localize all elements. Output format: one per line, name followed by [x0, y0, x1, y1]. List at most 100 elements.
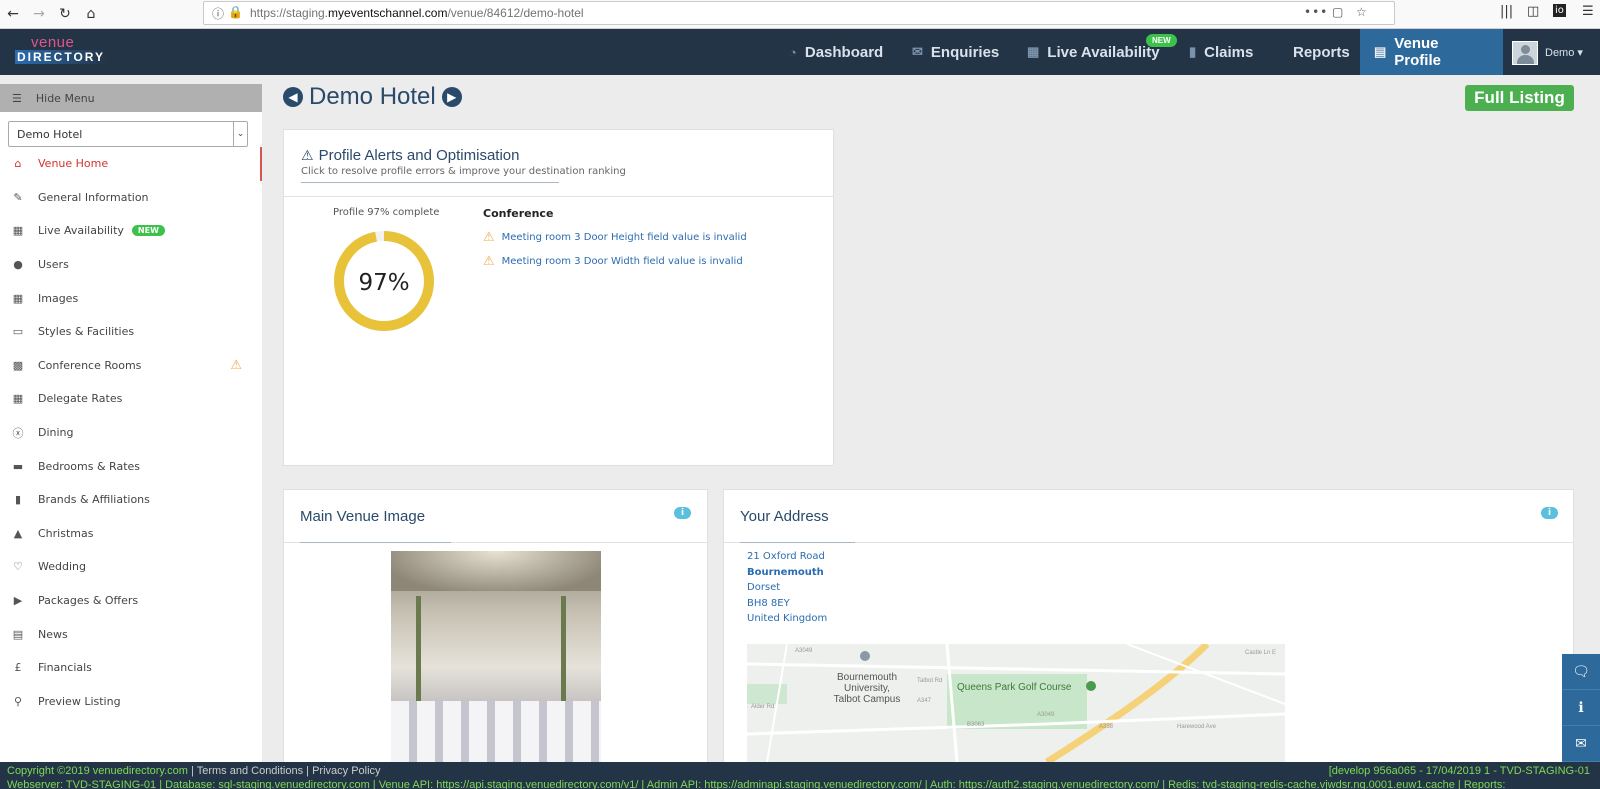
- nav-new-badge: NEW: [1146, 34, 1177, 47]
- chat-icon[interactable]: 🗨: [1562, 654, 1600, 690]
- nav-claims[interactable]: ▮ Claims: [1189, 29, 1253, 75]
- map-road-label: Castle Ln E: [1245, 650, 1277, 656]
- sidebar-item-financials[interactable]: £ Financials: [0, 651, 262, 685]
- profile-complete-donut: 97%: [332, 229, 436, 333]
- sidebar-item-venue-home[interactable]: ⌂ Venue Home: [0, 147, 262, 181]
- sidebar-item-label: Styles & Facilities: [38, 325, 135, 339]
- envelope-icon[interactable]: ✉: [1562, 726, 1600, 762]
- title-underline: [740, 542, 855, 543]
- map-pin-icon: [860, 651, 870, 661]
- top-navigation: venue DIRECTORY ◔ Dashboard ✉ Enquiries …: [0, 29, 1600, 75]
- search-icon: ⚲: [13, 694, 23, 708]
- envelope-icon: ✉: [912, 44, 923, 59]
- nav-reports[interactable]: Reports: [1293, 29, 1350, 75]
- sidebar-item-bedrooms-rates[interactable]: ▬ Bedrooms & Rates: [0, 449, 262, 483]
- pocket-icon[interactable]: ▢: [1332, 5, 1343, 19]
- back-icon[interactable]: ←: [2, 3, 24, 25]
- nav-venue-profile[interactable]: ▤ Venue Profile: [1360, 29, 1503, 75]
- sidebar-item-brands-affiliations[interactable]: ▮ Brands & Affiliations: [0, 483, 262, 517]
- sidebar-item-preview-listing[interactable]: ⚲ Preview Listing: [0, 685, 262, 719]
- map[interactable]: Bournemouth University, Talbot Campus Qu…: [747, 644, 1285, 762]
- sidebar-item-label: Dining: [38, 426, 74, 440]
- hide-menu-button[interactable]: ☰ Hide Menu: [0, 84, 262, 112]
- reload-icon[interactable]: ↻: [54, 3, 76, 25]
- sidebar-item-images[interactable]: ▦ Images: [0, 281, 262, 315]
- sidebar-item-label: Christmas: [38, 526, 94, 540]
- hamburger-icon: ☰: [12, 91, 22, 105]
- sidebar-item-general-information[interactable]: ✎ General Information: [0, 181, 262, 215]
- alert-link[interactable]: ⚠ Meeting room 3 Door Height field value …: [483, 230, 747, 245]
- logo[interactable]: venue DIRECTORY: [15, 34, 115, 70]
- sidebar-item-label: Venue Home: [38, 157, 109, 171]
- sidebar-item-label: Users: [38, 258, 69, 272]
- more-icon[interactable]: •••: [1304, 5, 1328, 19]
- info-icon[interactable]: i: [674, 507, 691, 519]
- info-icon[interactable]: ⓘ: [212, 5, 224, 22]
- sidebar-item-christmas[interactable]: ▲ Christmas: [0, 517, 262, 551]
- document-icon: ▤: [1374, 44, 1387, 59]
- arrow-right-icon[interactable]: ▶: [441, 87, 462, 107]
- sidebar-item-live-availability[interactable]: ▦ Live Availability NEW: [0, 214, 262, 248]
- nav-dashboard-label: Dashboard: [804, 43, 884, 61]
- home-icon[interactable]: ⌂: [80, 3, 102, 25]
- forward-icon[interactable]: →: [28, 3, 50, 25]
- info-icon[interactable]: ℹ: [1562, 690, 1600, 726]
- map-label-university: Bournemouth University, Talbot Campus: [833, 672, 901, 705]
- user-menu[interactable]: Demo ▾: [1545, 46, 1583, 59]
- sidebar: ☰ Hide Menu Demo Hotel ⌄ ⌂ Venue Home ✎ Ge…: [0, 84, 262, 764]
- sidebar-item-news[interactable]: ▤ News: [0, 617, 262, 651]
- sidebar-icon[interactable]: ◫: [1527, 4, 1539, 19]
- hamburger-icon[interactable]: ☰: [1582, 4, 1594, 19]
- map-road-label: Harewood Ave: [1177, 724, 1216, 730]
- venue-select[interactable]: Demo Hotel ⌄: [8, 121, 248, 147]
- monitor-icon: ▭: [12, 325, 24, 339]
- footer-separator: |: [303, 765, 313, 777]
- flower-stem-shape: [416, 596, 421, 706]
- donut-chart: 97%: [334, 231, 434, 331]
- nav-enquiries[interactable]: ✉ Enquiries: [912, 29, 999, 75]
- donut-percent-text: 97%: [358, 270, 409, 296]
- sidebar-item-delegate-rates[interactable]: ▦ Delegate Rates: [0, 382, 262, 416]
- library-icon[interactable]: |||: [1500, 4, 1513, 19]
- url-text[interactable]: https://staging.myeventschannel.com/venu…: [250, 6, 584, 20]
- arrow-left-icon[interactable]: ◀: [283, 87, 303, 107]
- address-line: Bournemouth: [747, 567, 824, 578]
- footer-privacy-link[interactable]: Privacy Policy: [312, 765, 380, 777]
- address-bar[interactable]: ⓘ 🔒 https://staging.myeventschannel.com/…: [203, 1, 1395, 25]
- sidebar-item-conference-rooms[interactable]: ▩ Conference Rooms ⚠: [0, 349, 262, 383]
- footer-server-info: Webserver: TVD-STAGING-01 | Database: sq…: [7, 779, 1506, 789]
- map-road-label: A347: [917, 698, 932, 704]
- nav-dashboard[interactable]: ◔ Dashboard: [789, 29, 883, 75]
- sidebar-item-users[interactable]: ● Users: [0, 248, 262, 282]
- sidebar-item-dining[interactable]: ⓧ Dining: [0, 416, 262, 450]
- lock-icon: 🔒: [228, 5, 243, 19]
- extension-icon[interactable]: io: [1553, 4, 1566, 17]
- panel-title: Your Address: [740, 508, 829, 525]
- panel-title: Main Venue Image: [300, 508, 426, 525]
- sidebar-item-styles-facilities[interactable]: ▭ Styles & Facilities: [0, 315, 262, 349]
- info-icon[interactable]: i: [1541, 507, 1558, 519]
- alert-link[interactable]: ⚠ Meeting room 3 Door Width field value i…: [483, 254, 743, 269]
- panel-header: Main Venue Image i: [284, 490, 707, 543]
- nav-enquiries-label: Enquiries: [930, 43, 1000, 61]
- calculator-icon: ▦: [12, 392, 24, 406]
- avatar[interactable]: [1512, 41, 1538, 65]
- sidebar-item-wedding[interactable]: ♡ Wedding: [0, 550, 262, 584]
- user-icon: ●: [13, 258, 23, 272]
- alert-link-text: Meeting room 3 Door Width field value is…: [501, 256, 743, 267]
- page-title: ◀ Demo Hotel ▶: [283, 83, 462, 111]
- footer-links: Copyright ©2019 venuedirectory.com | Ter…: [7, 765, 381, 777]
- nav-live-availability[interactable]: ▦ Live Availability: [1027, 29, 1160, 75]
- alert-section-title: Conference: [483, 207, 554, 220]
- tags-icon: ▶: [13, 594, 23, 608]
- footer-terms-link[interactable]: Terms and Conditions: [197, 765, 303, 777]
- map-road-label: A338: [1099, 724, 1114, 730]
- full-listing-button[interactable]: Full Listing: [1465, 85, 1574, 111]
- book-icon: ▮: [1189, 44, 1197, 59]
- sidebar-item-label: Images: [38, 291, 79, 305]
- venue-image[interactable]: [391, 551, 601, 762]
- sidebar-item-packages-offers[interactable]: ▶ Packages & Offers: [0, 584, 262, 618]
- bookmark-star-icon[interactable]: ☆: [1356, 5, 1367, 19]
- tree-icon: ▲: [13, 526, 23, 540]
- briefcase-icon: ▩: [12, 358, 24, 372]
